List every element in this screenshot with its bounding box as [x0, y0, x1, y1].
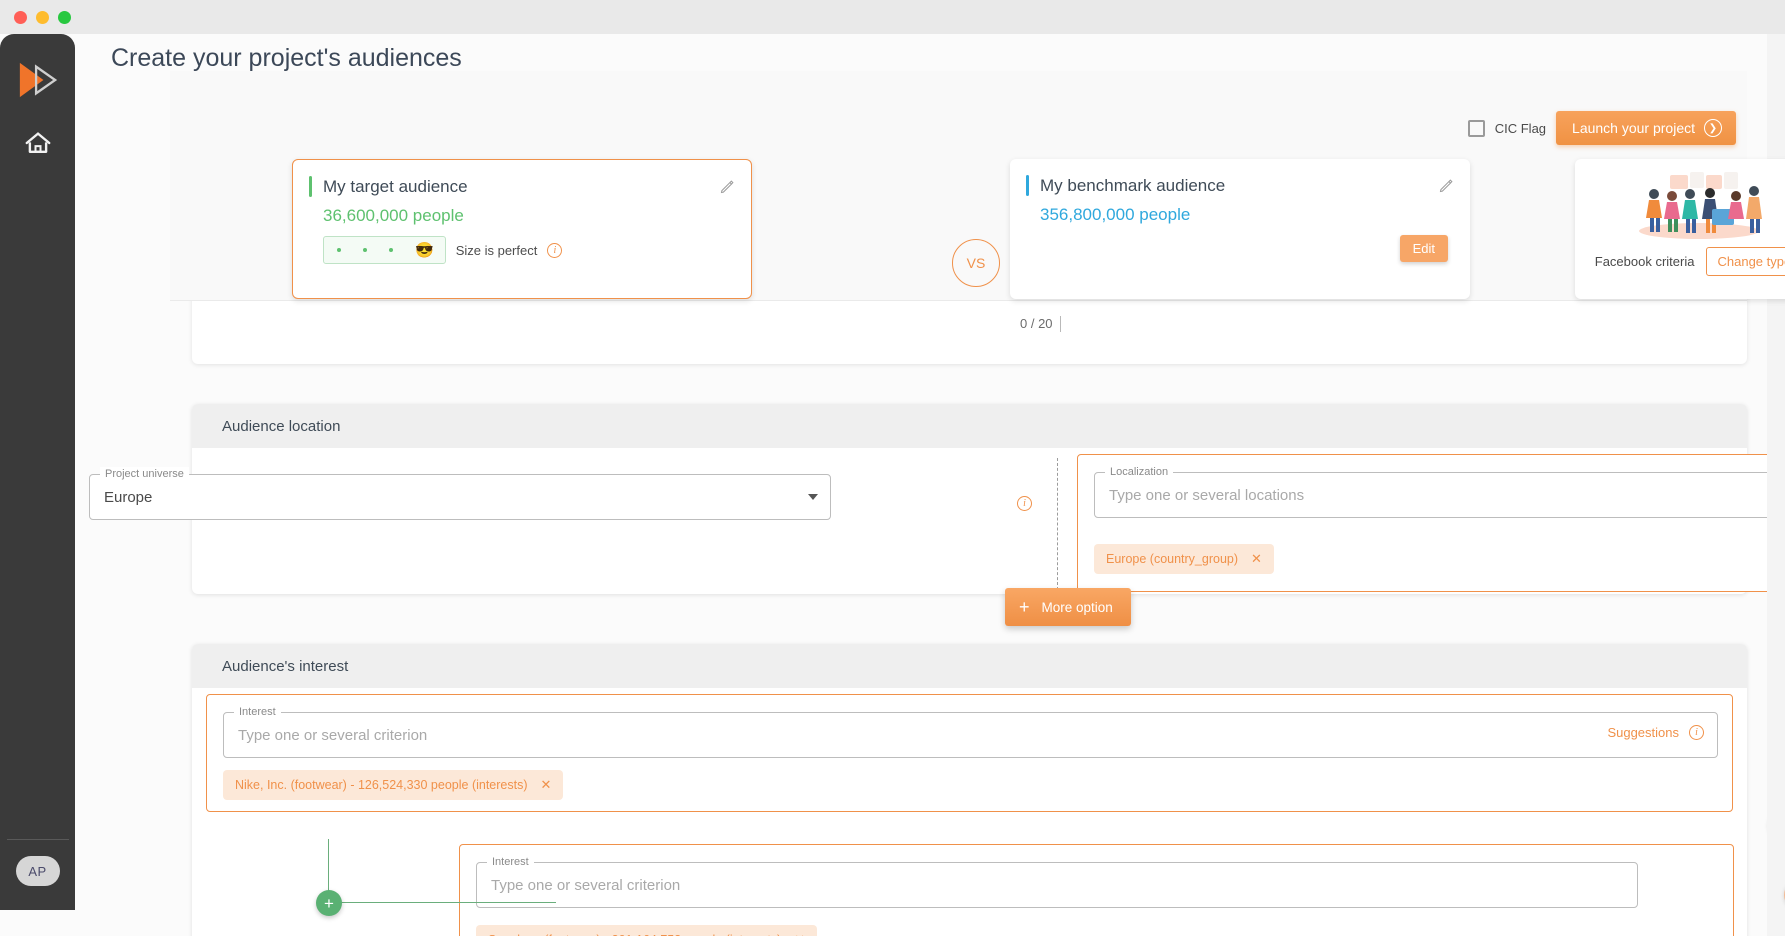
- launch-project-button[interactable]: Launch your project ❯: [1556, 111, 1736, 145]
- window-titlebar: [0, 0, 1785, 34]
- launch-row: CIC Flag Launch your project ❯: [1467, 111, 1736, 145]
- change-type-button[interactable]: Change type: [1706, 247, 1785, 276]
- interest-placeholder-2: Type one or several criterion: [491, 876, 681, 894]
- interest-chip-label-1: Nike, Inc. (footwear) - 126,524,330 peop…: [235, 778, 528, 792]
- interest-chip-2: Sneakers (footwear) - 201,164,753 people…: [476, 925, 818, 936]
- close-icon[interactable]: ✕: [1251, 551, 1262, 567]
- edit-benchmark-button[interactable]: Edit: [1399, 235, 1448, 262]
- criteria-type-card: Facebook criteria Change type: [1575, 159, 1785, 299]
- interest-field-2[interactable]: Type one or several criterion Interest: [476, 855, 1638, 908]
- close-icon[interactable]: ✕: [541, 777, 552, 793]
- localization-box[interactable]: Type one or several locations: [1094, 472, 1785, 518]
- localization-legend: Localization: [1105, 465, 1174, 479]
- location-vertical-divider: [1057, 458, 1058, 590]
- benchmark-accent-bar: [1026, 175, 1029, 196]
- interest-field-1[interactable]: Type one or several criterion Suggestion…: [223, 705, 1718, 758]
- target-audience-count: 36,600,000 people: [323, 206, 464, 225]
- target-size-row: 😎 Size is perfect i: [293, 226, 751, 264]
- arrow-right-icon: ❯: [1704, 119, 1722, 137]
- info-icon[interactable]: i: [547, 242, 563, 258]
- more-option-button[interactable]: + More option: [1005, 588, 1131, 626]
- more-option-label: More option: [1041, 599, 1113, 615]
- project-universe-info-icon[interactable]: i: [1017, 496, 1032, 511]
- play-logo-icon[interactable]: [17, 60, 59, 100]
- suggestions-link[interactable]: Suggestions: [1607, 725, 1679, 740]
- audience-size-gauge: 😎: [323, 236, 446, 264]
- interest-box-1[interactable]: Type one or several criterion Suggestion…: [223, 712, 1718, 758]
- project-universe-value: Europe: [104, 488, 153, 506]
- project-universe-field[interactable]: Europe Project universe: [89, 467, 831, 520]
- pencil-icon[interactable]: [720, 179, 735, 194]
- interest-chip-1: Nike, Inc. (footwear) - 126,524,330 peop…: [223, 770, 564, 800]
- target-accent-bar: [309, 176, 312, 197]
- localization-chip: Europe (country_group) ✕: [1094, 544, 1274, 574]
- localization-placeholder: Type one or several locations: [1109, 486, 1305, 504]
- target-audience-card: My target audience 36,600,000 people 😎 S…: [292, 159, 752, 299]
- interest-box-2[interactable]: Type one or several criterion: [476, 862, 1638, 908]
- avatar[interactable]: AP: [15, 856, 60, 886]
- add-interest-and-button[interactable]: +: [316, 890, 342, 916]
- behind-panel-counter: 0 / 20: [1020, 316, 1053, 331]
- project-universe-legend: Project universe: [100, 467, 189, 481]
- interest-placeholder-1: Type one or several criterion: [238, 726, 428, 744]
- localization-chip-label: Europe (country_group): [1106, 552, 1239, 566]
- close-window-button[interactable]: [14, 10, 27, 24]
- left-sidebar: AP: [0, 34, 75, 910]
- gauge-dot-1: [337, 248, 341, 252]
- plus-icon: +: [1019, 597, 1030, 617]
- sidebar-divider: [6, 839, 69, 840]
- target-audience-title: My target audience: [323, 176, 468, 196]
- gauge-dot-3: [389, 248, 393, 252]
- audience-interest-title: Audience's interest: [192, 644, 1747, 688]
- cic-flag-label: CIC Flag: [1494, 120, 1547, 136]
- audience-summary-bar: CIC Flag Launch your project ❯ My target…: [170, 71, 1785, 301]
- maximize-window-button[interactable]: [58, 10, 71, 24]
- people-group-illustration: [1638, 172, 1762, 239]
- project-universe-box[interactable]: Europe: [89, 474, 831, 520]
- interest-block-2: Type one or several criterion Interest S…: [459, 844, 1734, 936]
- interest-block-1: Type one or several criterion Suggestion…: [206, 694, 1733, 812]
- home-icon[interactable]: [23, 128, 53, 158]
- chevron-down-icon[interactable]: [808, 494, 818, 500]
- interest-legend-1: Interest: [234, 705, 281, 719]
- benchmark-audience-count: 356,800,000 people: [1040, 205, 1191, 224]
- tree-connector-horizontal: [328, 902, 556, 903]
- minimize-window-button[interactable]: [36, 10, 49, 24]
- page-title: Create your project's audiences: [111, 44, 462, 72]
- localization-field[interactable]: Type one or several locations Localizati…: [1094, 465, 1785, 518]
- gauge-dot-2: [363, 248, 367, 252]
- app-window: AP Create your project's audiences 0 / 2…: [0, 0, 1785, 936]
- suggestions-info-icon[interactable]: i: [1689, 725, 1704, 740]
- benchmark-card-header: My benchmark audience: [1010, 159, 1470, 196]
- benchmark-audience-card: My benchmark audience 356,800,000 people…: [1010, 159, 1470, 299]
- localization-block: Type one or several locations Localizati…: [1077, 454, 1785, 592]
- cic-flag-checkbox[interactable]: [1467, 119, 1485, 137]
- close-icon[interactable]: ✕: [794, 932, 805, 936]
- audience-location-title: Audience location: [192, 404, 1747, 448]
- behind-panel-tick: [1060, 316, 1061, 332]
- traffic-light-group: [14, 10, 71, 24]
- target-card-header: My target audience: [293, 160, 751, 197]
- benchmark-audience-title: My benchmark audience: [1040, 175, 1226, 195]
- interest-legend-2: Interest: [487, 855, 534, 869]
- main-content: Create your project's audiences 0 / 20 C…: [75, 34, 1785, 936]
- sunglasses-emoji-icon: 😎: [415, 241, 434, 259]
- audience-interest-panel: Audience's interest Type one or several …: [192, 644, 1747, 936]
- vs-badge: VS: [952, 239, 1000, 287]
- launch-project-label: Launch your project: [1572, 120, 1695, 136]
- criteria-type-label: Facebook criteria: [1594, 254, 1695, 269]
- audience-size-label: Size is perfect: [455, 242, 538, 258]
- suggestions-group: Suggestions i: [1607, 725, 1704, 740]
- pencil-icon[interactable]: [1439, 178, 1454, 193]
- criteria-type-row: Facebook criteria Change type: [1575, 247, 1785, 276]
